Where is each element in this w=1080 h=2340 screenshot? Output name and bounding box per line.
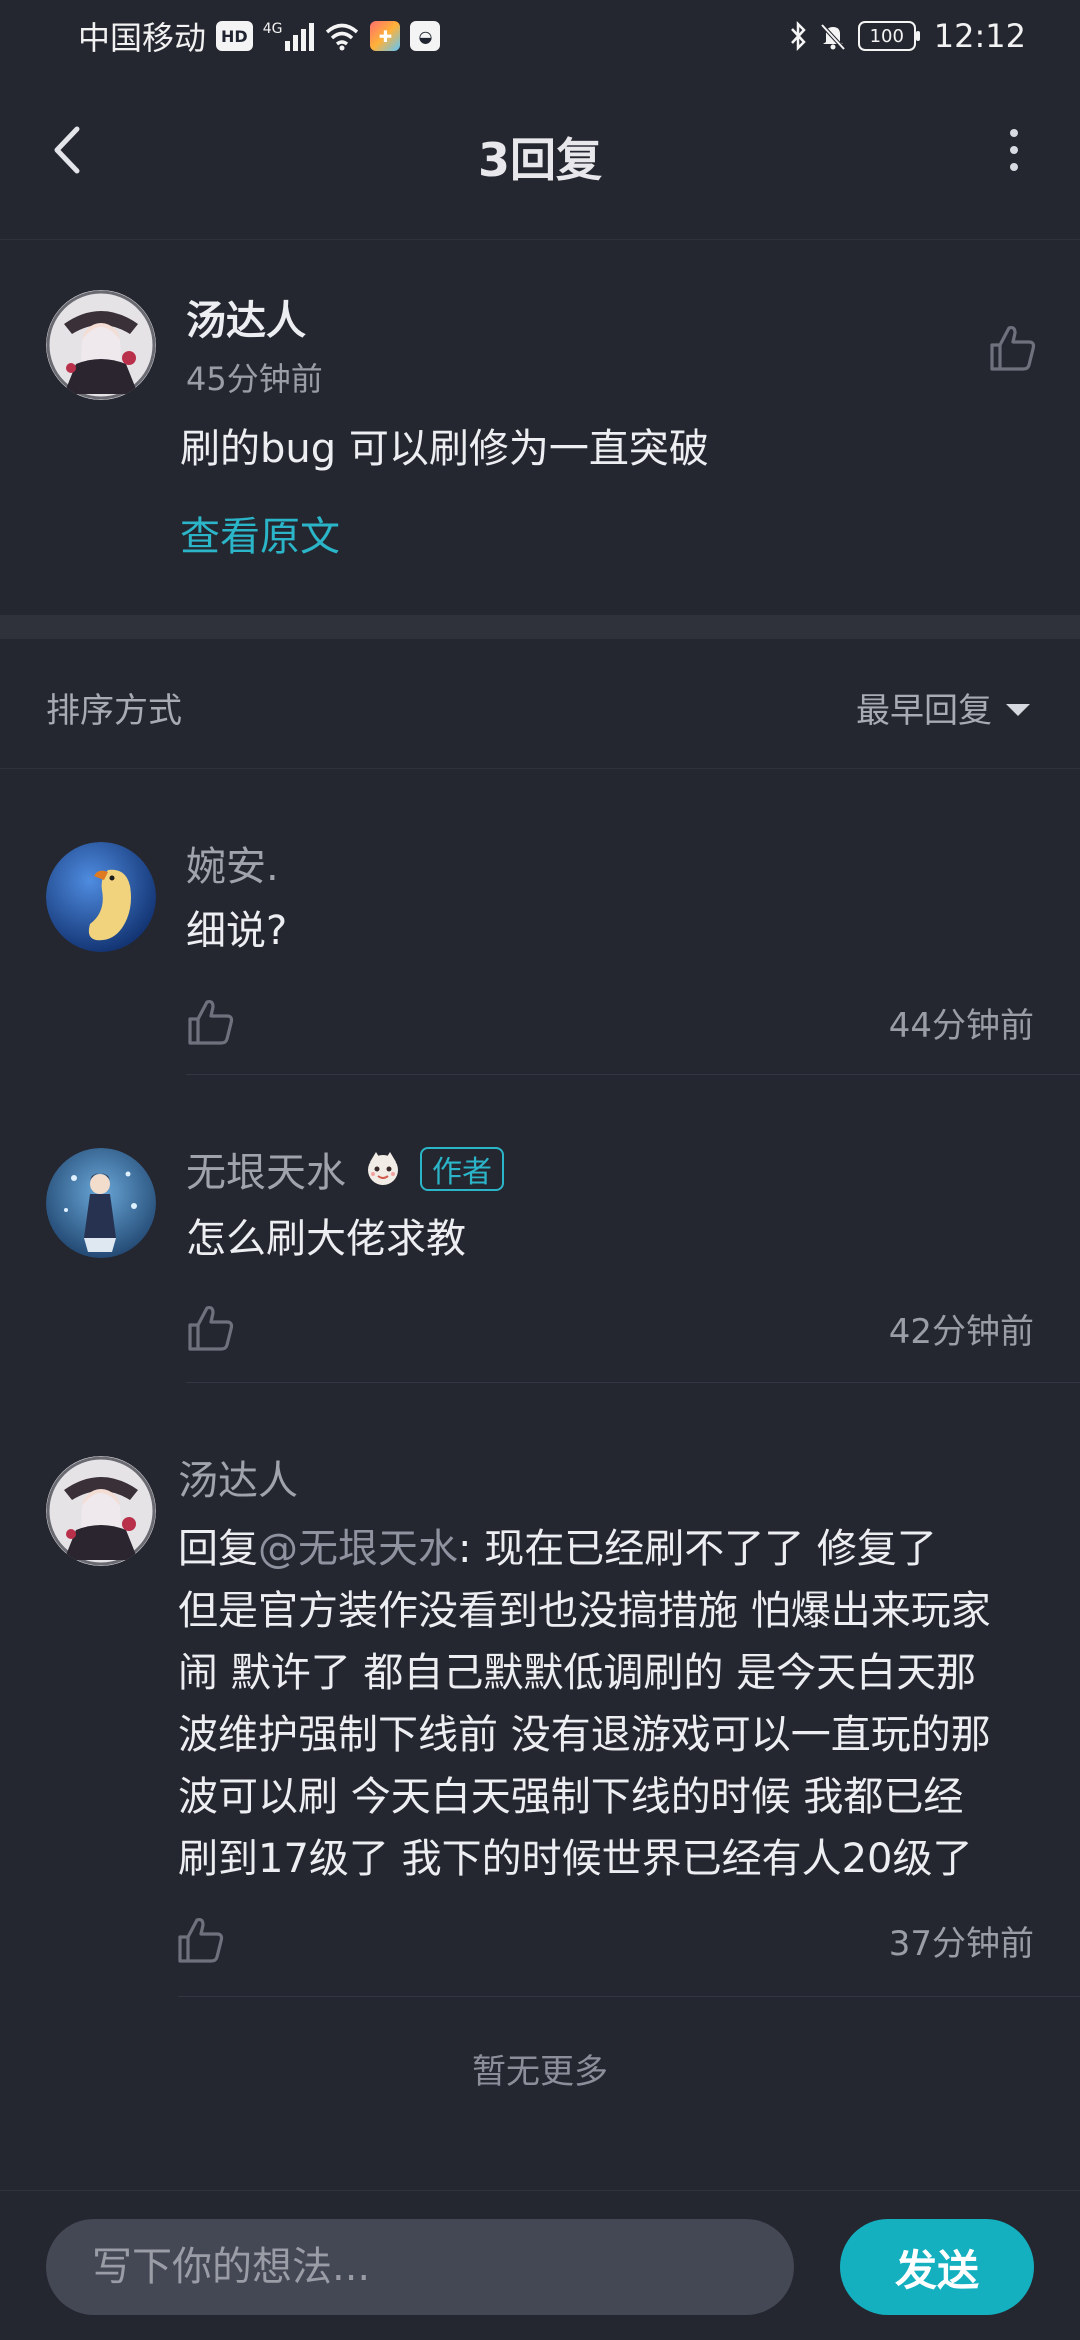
- status-left: 中国移动 HD 4G ✚ ◒: [78, 13, 441, 59]
- more-options-button[interactable]: [990, 124, 1038, 176]
- view-original-link[interactable]: 查看原文: [180, 504, 340, 562]
- sort-selected-value: 最早回复: [856, 691, 992, 731]
- like-icon[interactable]: [170, 1910, 230, 1970]
- sort-dropdown[interactable]: 最早回复: [856, 683, 1030, 732]
- avatar[interactable]: [46, 290, 156, 400]
- hd-icon: HD: [216, 21, 253, 51]
- reply-separator: [186, 1382, 1080, 1383]
- reply-timestamp: 42分钟前: [888, 1312, 1034, 1352]
- like-icon[interactable]: [180, 1298, 240, 1358]
- more-dot-icon: [1010, 163, 1018, 171]
- status-right: 100 12:12: [788, 17, 1026, 55]
- reply-text: 细说?: [186, 908, 288, 954]
- like-icon[interactable]: [982, 318, 1042, 378]
- page-title: 3回复: [477, 133, 602, 187]
- reply-text: 怎么刷大佬求教: [186, 1216, 466, 1262]
- signal-icon: 4G: [263, 21, 315, 51]
- reply-username-text[interactable]: 无垠天水: [186, 1140, 346, 1198]
- reply-line: 波维护强制下线前 没有退游戏可以一直玩的那: [178, 1712, 991, 1758]
- reply-timestamp: 37分钟前: [888, 1924, 1034, 1964]
- original-text: 刷的bug 可以刷修为一直突破: [180, 426, 709, 472]
- author-badge: 作者: [420, 1147, 504, 1191]
- reply-colon: :: [458, 1526, 472, 1572]
- reply-line: 回复@无垠天水: 现在已经刷不了了 修复了: [178, 1518, 991, 1580]
- reply-separator: [178, 1996, 1080, 1997]
- avatar[interactable]: [46, 842, 156, 952]
- section-divider: [0, 615, 1080, 639]
- wifi-icon: [326, 23, 359, 51]
- reply-timestamp: 44分钟前: [888, 1006, 1034, 1046]
- status-bar: 中国移动 HD 4G ✚ ◒ 100 12:12: [0, 0, 1080, 72]
- no-more-label: 暂无更多: [472, 2052, 608, 2092]
- like-icon[interactable]: [180, 992, 240, 1052]
- user-level-icon: [368, 1152, 398, 1185]
- app-notification-icon: ✚: [370, 21, 401, 51]
- sort-label: 排序方式: [46, 691, 182, 731]
- more-dot-icon: [1010, 129, 1018, 137]
- reply-username-text[interactable]: 汤达人: [178, 1448, 298, 1506]
- battery-icon: 100: [857, 21, 920, 51]
- more-dot-icon: [1010, 146, 1018, 154]
- reply-prefix: 回复: [178, 1526, 258, 1572]
- reply-separator: [186, 1074, 1080, 1075]
- comment-input[interactable]: [46, 2219, 794, 2315]
- reply-line: 波可以刷 今天白天强制下线的时候 我都已经: [178, 1774, 964, 1820]
- avatar[interactable]: [46, 1456, 156, 1566]
- reply-line: 闹 默许了 都自己默默低调刷的 是今天白天那: [178, 1650, 977, 1696]
- reply-username[interactable]: 无垠天水 作者: [186, 1140, 504, 1198]
- carrier-label: 中国移动: [78, 19, 207, 57]
- mention-link[interactable]: @无垠天水: [258, 1526, 458, 1572]
- original-timestamp: 45分钟前: [186, 360, 323, 398]
- sort-row: 排序方式 最早回复: [0, 639, 1080, 769]
- network-type-label: 4G: [262, 21, 283, 37]
- battery-level: 100: [869, 25, 904, 47]
- header: 3回复: [0, 72, 1080, 240]
- original-username[interactable]: 汤达人: [186, 288, 306, 346]
- caret-down-icon: [1006, 703, 1030, 716]
- mute-bell-icon: [820, 23, 846, 51]
- reply-line-text: 现在已经刷不了了 修复了: [484, 1526, 937, 1572]
- reply-line: 刷到17级了 我下的时候世界已经有人20级了: [178, 1836, 973, 1882]
- reply-username-text[interactable]: 婉安.: [186, 834, 279, 892]
- comment-bar: 发送: [0, 2190, 1080, 2340]
- reply-username[interactable]: 婉安.: [186, 834, 279, 892]
- avatar[interactable]: [46, 1148, 156, 1258]
- send-button[interactable]: 发送: [840, 2219, 1034, 2315]
- original-comment: 汤达人 45分钟前 刷的bug 可以刷修为一直突破 查看原文: [0, 240, 1080, 615]
- bluetooth-icon: [790, 21, 806, 51]
- reply-username[interactable]: 汤达人: [178, 1448, 298, 1506]
- appgallery-icon: ◒: [410, 21, 441, 51]
- clock: 12:12: [933, 17, 1026, 55]
- reply-line: 但是官方装作没看到也没搞措施 怕爆出来玩家: [178, 1588, 991, 1634]
- reply-text: 回复@无垠天水: 现在已经刷不了了 修复了 但是官方装作没看到也没搞措施 怕爆出…: [178, 1518, 991, 1890]
